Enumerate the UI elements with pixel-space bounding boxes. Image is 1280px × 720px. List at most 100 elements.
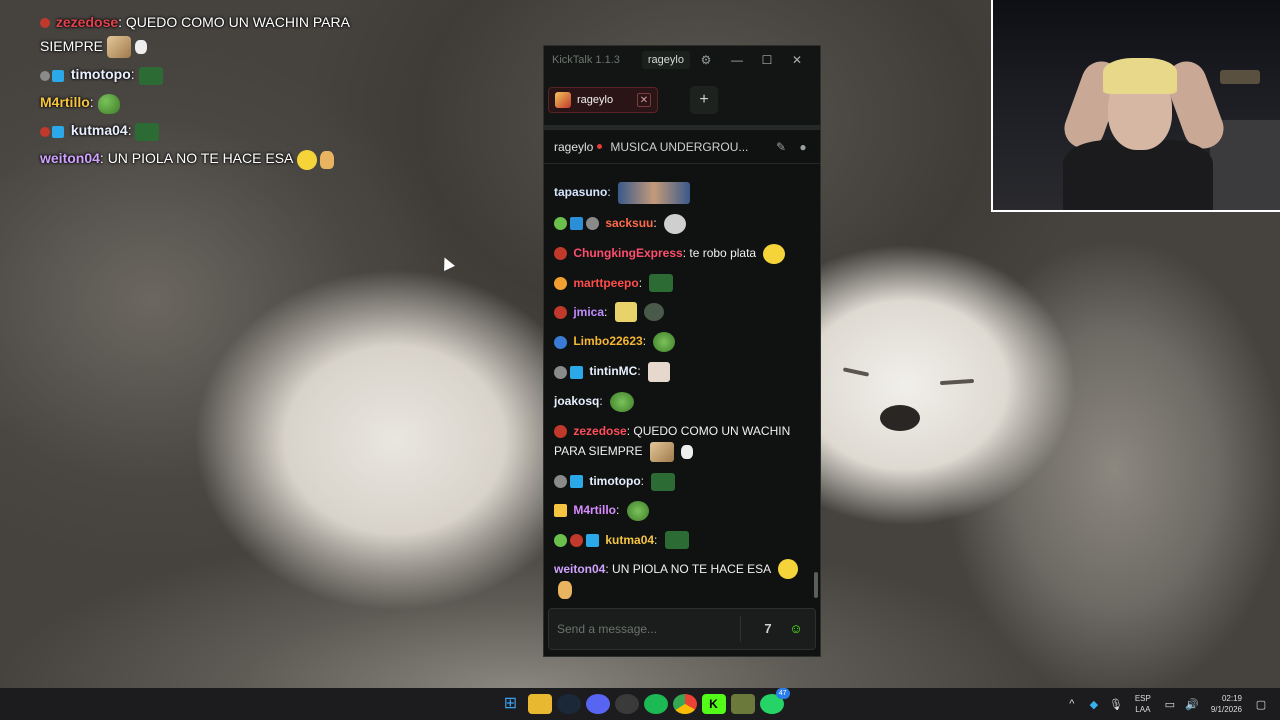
green-box-emote-icon (135, 122, 160, 141)
chat-message: timotopo: (554, 471, 806, 491)
message-username[interactable]: tintinMC (589, 364, 637, 378)
doge-emote-icon (106, 36, 131, 59)
add-tab-button[interactable]: + (690, 85, 718, 114)
window-titlebar[interactable]: KickTalk 1.1.3 rageylo ⚙ — ☐ ✕ (544, 46, 820, 74)
file-explorer-icon[interactable] (527, 694, 552, 714)
chat-message: ChungkingExpress: te robo plata (554, 243, 806, 264)
message-username[interactable]: jmica (573, 305, 604, 319)
webcam-person-cap (1103, 58, 1177, 94)
message-input[interactable] (557, 622, 730, 636)
7tv-emote-picker-icon[interactable]: 7 (757, 618, 779, 640)
message-username[interactable]: marttpeepo (573, 276, 638, 290)
ok-hand-emote-icon (558, 581, 572, 600)
minimize-icon[interactable]: — (722, 53, 752, 67)
message-username[interactable]: tapasuno (554, 185, 607, 199)
message-username[interactable]: timotopo (589, 474, 640, 488)
chat-message: joakosq: (554, 391, 806, 412)
cat-emote-icon (648, 362, 670, 383)
chat-message-list[interactable]: tapasuno: sacksuu: ChungkingExpress: te … (544, 170, 816, 602)
window-controls: — ☐ ✕ (722, 53, 812, 67)
red-badge-icon (570, 533, 583, 547)
message-username[interactable]: zezedose (573, 424, 626, 438)
gear-icon[interactable]: ⚙ (698, 52, 714, 68)
image-emote-icon (618, 182, 691, 204)
grey-badge-icon (586, 217, 599, 231)
alien-badge-icon (554, 533, 567, 547)
webcam-background-object (1220, 70, 1260, 84)
tab-label: rageylo (577, 93, 614, 106)
channel-info-bar: rageylo MUSICA UNDERGROU... ✎ ● (544, 126, 820, 164)
cube-badge-icon (570, 475, 583, 489)
game-app-icon[interactable] (730, 694, 755, 714)
maximize-icon[interactable]: ☐ (752, 53, 782, 67)
frog-emote-icon (626, 500, 649, 521)
face-emote-icon (664, 213, 687, 234)
kicktalk-window: KickTalk 1.1.3 rageylo ⚙ — ☐ ✕ rageylo ✕… (543, 45, 821, 657)
cube-badge-icon (586, 533, 599, 547)
system-tray: ^ ◆ 🎙 ESP LAA ▭ 🔊 02:19 9/1/2026 ▢ (1061, 688, 1272, 720)
user-icon[interactable]: ● (796, 140, 810, 154)
whatsapp-icon[interactable]: 47 (759, 688, 790, 714)
discord-icon[interactable] (585, 694, 610, 714)
windows-start-icon[interactable]: ⊞ (499, 694, 523, 714)
overlay-text: UN PIOLA NO TE HACE ESA (107, 150, 293, 167)
close-icon[interactable]: ✕ (782, 53, 812, 67)
chat-message: Limbo22623: (554, 331, 806, 353)
channel-name[interactable]: rageylo (554, 140, 593, 154)
chat-message: weiton04: UN PIOLA NO TE HACE ESA (554, 559, 806, 600)
orange-badge-icon (554, 276, 567, 290)
message-username[interactable]: M4rtillo (573, 503, 616, 517)
chat-message: tapasuno: (554, 182, 806, 204)
kick-icon[interactable]: K (701, 694, 726, 714)
chrome-icon[interactable] (672, 694, 697, 714)
message-username[interactable]: sacksuu (605, 216, 653, 230)
language-layout: LAA (1135, 705, 1151, 714)
security-icon[interactable]: ◆ (1086, 698, 1102, 711)
red-badge-icon (554, 305, 567, 319)
chevron-up-icon[interactable]: ^ (1064, 698, 1080, 710)
overlay-username: zezedose (55, 14, 119, 30)
tab-close-icon[interactable]: ✕ (637, 92, 651, 107)
glasses-emote-icon (614, 302, 637, 323)
kick-emote-picker-icon[interactable]: ☺ (785, 618, 807, 640)
tab-rageylo[interactable]: rageylo ✕ (548, 86, 658, 113)
green-box-emote-icon (651, 472, 676, 491)
clock[interactable]: 02:19 9/1/2026 (1211, 693, 1242, 715)
steam-icon[interactable] (556, 694, 581, 714)
pin-icon[interactable]: ✎ (774, 140, 788, 154)
ok-hand-emote-icon (320, 150, 335, 169)
network-icon[interactable]: ▭ (1162, 698, 1178, 711)
frog-emote-icon (97, 93, 120, 114)
stream-chat-overlay: zezedose: QUEDO COMO UN WACHIN PARA SIEM… (40, 10, 380, 174)
chat-message: tintinMC: (554, 361, 806, 383)
spotify-icon[interactable] (643, 694, 668, 714)
message-username[interactable]: kutma04 (605, 533, 654, 547)
clock-date: 9/1/2026 (1210, 705, 1242, 714)
alien-badge-icon (554, 217, 567, 231)
message-username[interactable]: ChungkingExpress (573, 246, 682, 260)
overlay-username: timotopo (70, 66, 131, 83)
clock-time: 02:19 (1221, 694, 1242, 703)
blue-badge-icon (570, 217, 583, 231)
badge-icon (40, 70, 50, 81)
app-title: KickTalk 1.1.3 (552, 54, 620, 66)
message-username[interactable]: joakosq (554, 394, 599, 408)
red-badge-icon (554, 247, 567, 261)
ghost-emote-icon (681, 444, 694, 459)
channel-avatar (555, 91, 571, 108)
microphone-icon[interactable]: 🎙 (1108, 698, 1124, 711)
chat-scrollbar[interactable] (814, 572, 818, 598)
overlay-message: timotopo: (40, 62, 380, 86)
volume-icon[interactable]: 🔊 (1184, 698, 1200, 711)
obs-icon[interactable] (614, 694, 639, 714)
badge-icon (40, 18, 50, 29)
frog-emote-icon (653, 332, 676, 353)
message-username[interactable]: Limbo22623 (573, 334, 642, 348)
message-username[interactable]: weiton04 (554, 562, 605, 576)
stream-title: MUSICA UNDERGROU... (610, 139, 749, 154)
notification-icon[interactable]: ▢ (1253, 698, 1269, 711)
blue-circle-badge-icon (554, 335, 567, 349)
current-user-button[interactable]: rageylo (641, 51, 690, 69)
input-language[interactable]: ESP LAA (1135, 693, 1151, 715)
language-code: ESP (1134, 694, 1151, 703)
